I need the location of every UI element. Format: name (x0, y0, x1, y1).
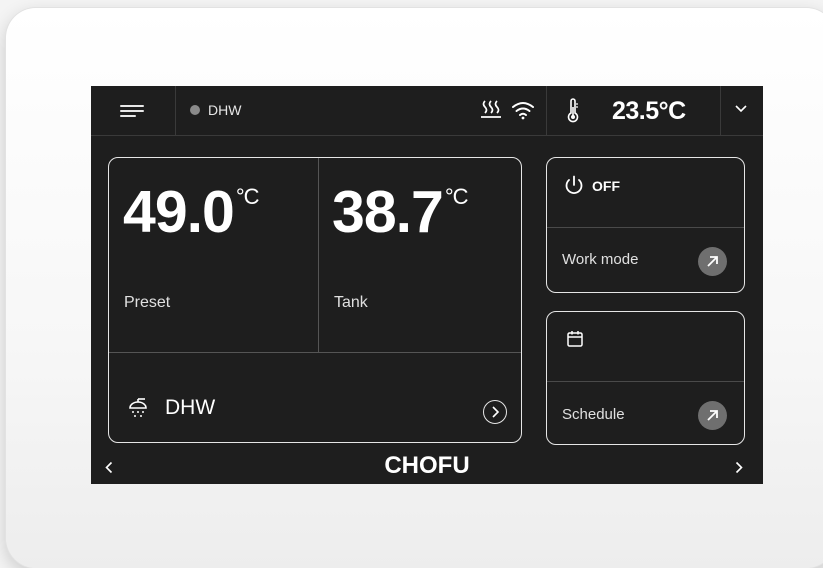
thermostat-screen: DHW 23.5°C 49.0°C Preset 38.7°C Tank DHW… (91, 86, 763, 484)
arrow-up-right-icon (707, 256, 718, 267)
tank-label: Tank (334, 294, 368, 311)
power-icon[interactable] (564, 175, 584, 202)
dhw-label: DHW (165, 396, 216, 419)
work-mode-card: OFF Work mode (546, 157, 745, 293)
next-page-button[interactable] (735, 461, 743, 479)
menu-button[interactable] (91, 86, 176, 135)
calendar-icon (566, 330, 584, 353)
chevron-right-icon (735, 461, 743, 474)
schedule-card: Schedule (546, 311, 745, 445)
tank-unit: °C (444, 184, 469, 209)
shower-icon (128, 398, 148, 423)
thermometer-icon (566, 98, 580, 129)
preset-value: 49.0 (123, 179, 235, 245)
wifi-icon (511, 100, 535, 125)
arrow-up-right-icon (707, 410, 718, 421)
preset-label: Preset (124, 294, 171, 311)
tank-temperature: 38.7°C (332, 178, 469, 246)
room-temperature: 23.5°C (612, 97, 686, 125)
brand-logo: CHOFU (384, 452, 470, 479)
work-mode-label: Work mode (562, 251, 639, 268)
current-mode-label: DHW (208, 102, 242, 118)
work-mode-open-button[interactable] (698, 247, 727, 276)
chevron-right-circle-icon[interactable] (483, 400, 507, 424)
preset-unit: °C (235, 184, 260, 209)
mode-indicator-dot (190, 105, 200, 115)
preset-temperature[interactable]: 49.0°C (123, 178, 260, 246)
top-bar: DHW 23.5°C (91, 86, 763, 136)
chevron-down-icon (735, 105, 747, 113)
schedule-label: Schedule (562, 406, 625, 423)
heating-icon (480, 98, 502, 125)
tank-value: 38.7 (332, 179, 444, 245)
dhw-row[interactable]: DHW (109, 353, 521, 443)
dhw-temperature-card: 49.0°C Preset 38.7°C Tank DHW (108, 157, 522, 443)
schedule-open-button[interactable] (698, 401, 727, 430)
dropdown-button[interactable] (721, 86, 763, 135)
power-state: OFF (592, 178, 620, 194)
